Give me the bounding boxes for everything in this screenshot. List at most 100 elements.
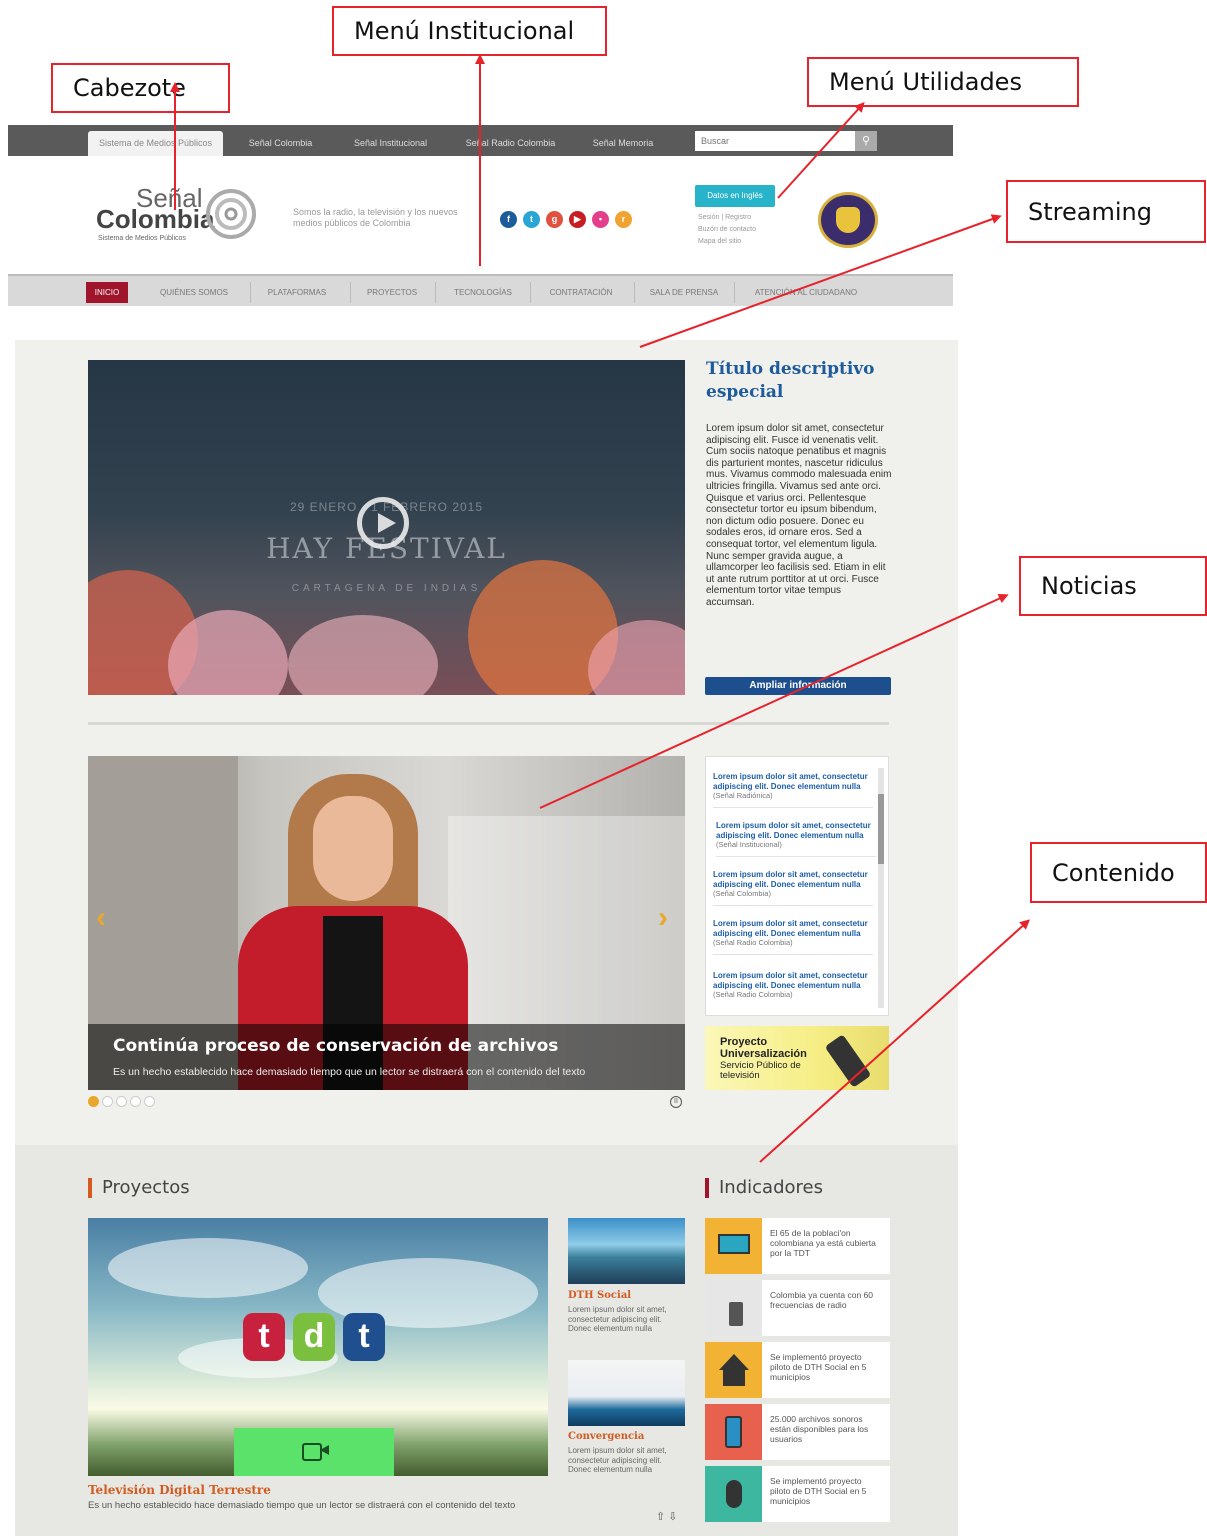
nav-separator xyxy=(734,282,735,303)
cloud-decoration xyxy=(108,1238,308,1298)
nav-sala-de-prensa[interactable]: SALA DE PRENSA xyxy=(638,282,730,303)
person-face xyxy=(313,796,393,901)
slider-dot[interactable] xyxy=(102,1096,113,1107)
dth-social-thumbnail[interactable] xyxy=(568,1218,685,1284)
tab-senal-institucional[interactable]: Señal Institucional xyxy=(338,131,443,156)
more-info-button[interactable]: Ampliar información xyxy=(705,677,891,695)
video-city: CARTAGENA DE INDIAS xyxy=(291,583,482,594)
news-item-title[interactable]: Lorem ipsum dolor sit amet, consectetur … xyxy=(713,772,873,791)
universalizacion-banner[interactable]: Proyecto Universalización Servicio Públi… xyxy=(705,1026,889,1090)
tab-sistema-medios[interactable]: Sistema de Medios Públicos xyxy=(88,131,223,156)
slide-title[interactable]: Continúa proceso de conservación de arch… xyxy=(113,1036,558,1056)
annotation-menu-institucional: Menú Institucional xyxy=(332,6,607,56)
indicator-text: El 65 de la poblaci'on colombiana ya est… xyxy=(770,1228,876,1258)
search-input[interactable] xyxy=(695,131,855,151)
slide-text: Es un hecho establecido hace demasiado t… xyxy=(113,1066,586,1078)
nav-contratacion[interactable]: CONTRATACIÓN xyxy=(533,282,629,303)
arrow-down-circle-icon[interactable]: ⇩ xyxy=(668,1511,677,1523)
slider-dot[interactable] xyxy=(130,1096,141,1107)
video-camera-icon[interactable] xyxy=(234,1428,394,1476)
news-item-title[interactable]: Lorem ipsum dolor sit amet, consectetur … xyxy=(713,971,873,990)
pause-icon[interactable]: II xyxy=(670,1096,682,1108)
search-icon[interactable]: ⚲ xyxy=(855,131,877,151)
list-item[interactable]: Lorem ipsum dolor sit amet, consectetur … xyxy=(713,971,873,1000)
indicator-card[interactable]: El 65 de la poblaci'on colombiana ya est… xyxy=(705,1218,890,1274)
nav-proyectos[interactable]: PROYECTOS xyxy=(352,282,432,303)
tdt-letter: d xyxy=(293,1313,335,1361)
utility-links: Sesión | Registro Buzón de contacto Mapa… xyxy=(698,212,756,248)
indicator-card[interactable]: 25.000 archivos sonoros están disponible… xyxy=(705,1404,890,1460)
twitter-icon[interactable]: t xyxy=(523,211,540,228)
logo-swirl-icon xyxy=(206,189,256,239)
news-item-title[interactable]: Lorem ipsum dolor sit amet, consectetur … xyxy=(713,870,873,889)
english-data-button[interactable]: Datos en Inglés xyxy=(695,185,775,207)
annotation-menu-utilidades: Menú Utilidades xyxy=(807,57,1079,107)
nav-tecnologias[interactable]: TECNOLOGÍAS xyxy=(438,282,528,303)
slider-dot[interactable] xyxy=(144,1096,155,1107)
list-item[interactable]: Lorem ipsum dolor sit amet, consectetur … xyxy=(716,821,876,857)
section-divider xyxy=(88,722,889,725)
list-item[interactable]: Lorem ipsum dolor sit amet, consectetur … xyxy=(713,772,873,808)
dth-social-title[interactable]: DTH Social xyxy=(568,1290,631,1301)
news-slider[interactable]: ‹ › Continúa proceso de conservación de … xyxy=(88,756,685,1090)
nav-separator xyxy=(350,282,351,303)
youtube-icon[interactable]: ▶ xyxy=(569,211,586,228)
nav-separator xyxy=(634,282,635,303)
annotation-streaming: Streaming xyxy=(1006,180,1206,243)
tdt-letter: t xyxy=(243,1313,285,1361)
site-header: Señal Colombia Sistema de Medios Público… xyxy=(8,156,953,274)
list-divider xyxy=(713,954,873,955)
play-icon[interactable] xyxy=(357,497,409,549)
indicator-card[interactable]: Colombia ya cuenta con 60 frecuencias de… xyxy=(705,1280,890,1336)
chevron-right-icon[interactable]: › xyxy=(658,901,668,935)
slide-caption-bg xyxy=(88,1024,685,1090)
news-scrollbar[interactable] xyxy=(878,768,884,1008)
rss-icon[interactable]: r xyxy=(615,211,632,228)
nav-separator xyxy=(250,282,251,303)
logo-colombia-text[interactable]: Colombia xyxy=(96,204,214,235)
phone-icon xyxy=(705,1404,762,1460)
news-item-source: (Señal Institucional) xyxy=(716,840,782,849)
tdt-title[interactable]: Televisión Digital Terrestre xyxy=(88,1483,271,1497)
list-item[interactable]: Lorem ipsum dolor sit amet, consectetur … xyxy=(713,919,873,955)
news-item-title[interactable]: Lorem ipsum dolor sit amet, consectetur … xyxy=(716,821,876,840)
nav-inicio[interactable]: INICIO xyxy=(86,282,128,303)
mouse-icon xyxy=(705,1466,762,1522)
nav-plataformas[interactable]: PLATAFORMAS xyxy=(252,282,342,303)
slider-dots xyxy=(88,1096,155,1108)
facebook-icon[interactable]: f xyxy=(500,211,517,228)
tab-senal-radio-colombia[interactable]: Señal Radio Colombia xyxy=(453,131,568,156)
googleplus-icon[interactable]: g xyxy=(546,211,563,228)
news-item-title[interactable]: Lorem ipsum dolor sit amet, consectetur … xyxy=(713,919,873,938)
slider-dot[interactable] xyxy=(88,1096,99,1107)
chevron-left-icon[interactable]: ‹ xyxy=(96,901,106,935)
contact-link[interactable]: Buzón de contacto xyxy=(698,224,756,236)
indicator-text: Se implementó proyecto piloto de DTH Soc… xyxy=(770,1352,867,1382)
slider-dot[interactable] xyxy=(116,1096,127,1107)
list-item[interactable]: Lorem ipsum dolor sit amet, consectetur … xyxy=(713,870,873,906)
convergencia-thumbnail[interactable] xyxy=(568,1360,685,1426)
header-tagline: Somos la radio, la televisión y los nuev… xyxy=(293,207,458,228)
sitemap-link[interactable]: Mapa del sitio xyxy=(698,236,756,248)
streaming-video-player[interactable]: 29 ENERO - 1 FEBRERO 2015 HAY FESTIVAL C… xyxy=(88,360,685,695)
tdt-project-image[interactable]: t d t xyxy=(88,1218,548,1476)
flickr-icon[interactable]: • xyxy=(592,211,609,228)
list-divider xyxy=(716,856,876,857)
arrow-up-circle-icon[interactable]: ⇧ xyxy=(656,1511,665,1523)
top-network-bar: Sistema de Medios Públicos Señal Colombi… xyxy=(8,125,953,156)
indicator-card[interactable]: Se implementó proyecto piloto de DTH Soc… xyxy=(705,1342,890,1398)
flower-decoration xyxy=(288,615,438,695)
nav-atencion-ciudadano[interactable]: ATENCIÓN AL CIUDADANO xyxy=(736,282,876,303)
indicator-text: Se implementó proyecto piloto de DTH Soc… xyxy=(770,1476,867,1506)
projects-nav: ⇧ ⇩ xyxy=(656,1510,678,1523)
tab-senal-colombia[interactable]: Señal Colombia xyxy=(233,131,328,156)
indicator-text: Colombia ya cuenta con 60 frecuencias de… xyxy=(770,1290,874,1310)
tv-screen xyxy=(718,1234,750,1254)
convergencia-title[interactable]: Convergencia xyxy=(568,1431,644,1442)
indicators-heading: Indicadores xyxy=(705,1178,823,1198)
login-link[interactable]: Sesión | Registro xyxy=(698,212,756,224)
indicator-card[interactable]: Se implementó proyecto piloto de DTH Soc… xyxy=(705,1466,890,1522)
tab-senal-memoria[interactable]: Señal Memoria xyxy=(578,131,668,156)
house-roof xyxy=(719,1354,749,1370)
nav-quienes-somos[interactable]: QUIÉNES SOMOS xyxy=(138,282,250,303)
